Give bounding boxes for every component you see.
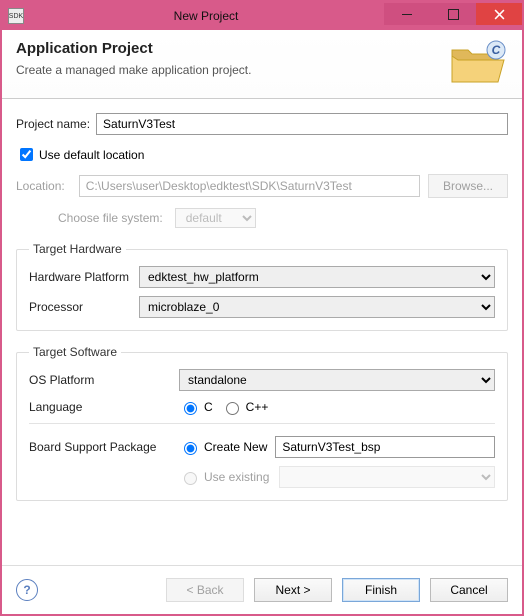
bsp-use-existing-option: Use existing: [179, 469, 271, 485]
hardware-platform-select[interactable]: edktest_hw_platform: [139, 266, 495, 288]
svg-text:C: C: [492, 43, 501, 57]
location-label: Location:: [16, 179, 65, 193]
bsp-use-existing-label: Use existing: [204, 470, 269, 484]
choose-filesystem-select: default: [175, 208, 256, 228]
language-c-label: C: [204, 400, 213, 414]
language-cpp-label: C++: [246, 400, 269, 414]
minimize-button[interactable]: [384, 3, 430, 25]
target-software-legend: Target Software: [29, 345, 121, 359]
window-title: New Project: [28, 9, 384, 23]
back-button: < Back: [166, 578, 244, 602]
target-hardware-group: Target Hardware Hardware Platform edktes…: [16, 242, 508, 331]
processor-select[interactable]: microblaze_0: [139, 296, 495, 318]
next-button[interactable]: Next >: [254, 578, 332, 602]
target-hardware-legend: Target Hardware: [29, 242, 126, 256]
use-default-location-checkbox[interactable]: [20, 148, 33, 161]
maximize-button[interactable]: [430, 3, 476, 25]
language-c-option[interactable]: C: [179, 399, 213, 415]
bsp-use-existing-radio: [184, 472, 197, 485]
title-bar[interactable]: SDK New Project: [2, 2, 522, 30]
bsp-create-new-label: Create New: [204, 440, 267, 454]
browse-button: Browse...: [428, 174, 508, 198]
finish-button[interactable]: Finish: [342, 578, 420, 602]
sdk-app-icon: SDK: [8, 8, 24, 24]
os-platform-select[interactable]: standalone: [179, 369, 495, 391]
bsp-name-input[interactable]: [275, 436, 495, 458]
software-divider: [29, 423, 495, 424]
cancel-button[interactable]: Cancel: [430, 578, 508, 602]
language-label: Language: [29, 400, 179, 414]
language-cpp-option[interactable]: C++: [221, 399, 269, 415]
close-button[interactable]: [476, 3, 522, 25]
page-title: Application Project: [16, 40, 448, 57]
project-name-label: Project name:: [16, 117, 90, 131]
help-icon[interactable]: ?: [16, 579, 38, 601]
page-subtitle: Create a managed make application projec…: [16, 63, 448, 77]
choose-filesystem-label: Choose file system:: [58, 211, 163, 225]
bsp-create-new-option[interactable]: Create New: [179, 439, 267, 455]
project-name-input[interactable]: [96, 113, 508, 135]
language-c-radio[interactable]: [184, 402, 197, 415]
os-platform-label: OS Platform: [29, 373, 179, 387]
location-input: [79, 175, 420, 197]
wizard-footer: ? < Back Next > Finish Cancel: [2, 565, 522, 614]
language-cpp-radio[interactable]: [226, 402, 239, 415]
bsp-existing-select: [279, 466, 495, 488]
hardware-platform-label: Hardware Platform: [29, 270, 139, 284]
dialog-window: SDK New Project Application Project Crea…: [2, 2, 522, 614]
bsp-create-new-radio[interactable]: [184, 442, 197, 455]
use-default-location-label[interactable]: Use default location: [39, 148, 144, 162]
target-software-group: Target Software OS Platform standalone L…: [16, 345, 508, 501]
folder-c-icon: C: [448, 40, 508, 88]
processor-label: Processor: [29, 300, 139, 314]
bsp-label: Board Support Package: [29, 440, 179, 454]
wizard-header: Application Project Create a managed mak…: [2, 30, 522, 98]
